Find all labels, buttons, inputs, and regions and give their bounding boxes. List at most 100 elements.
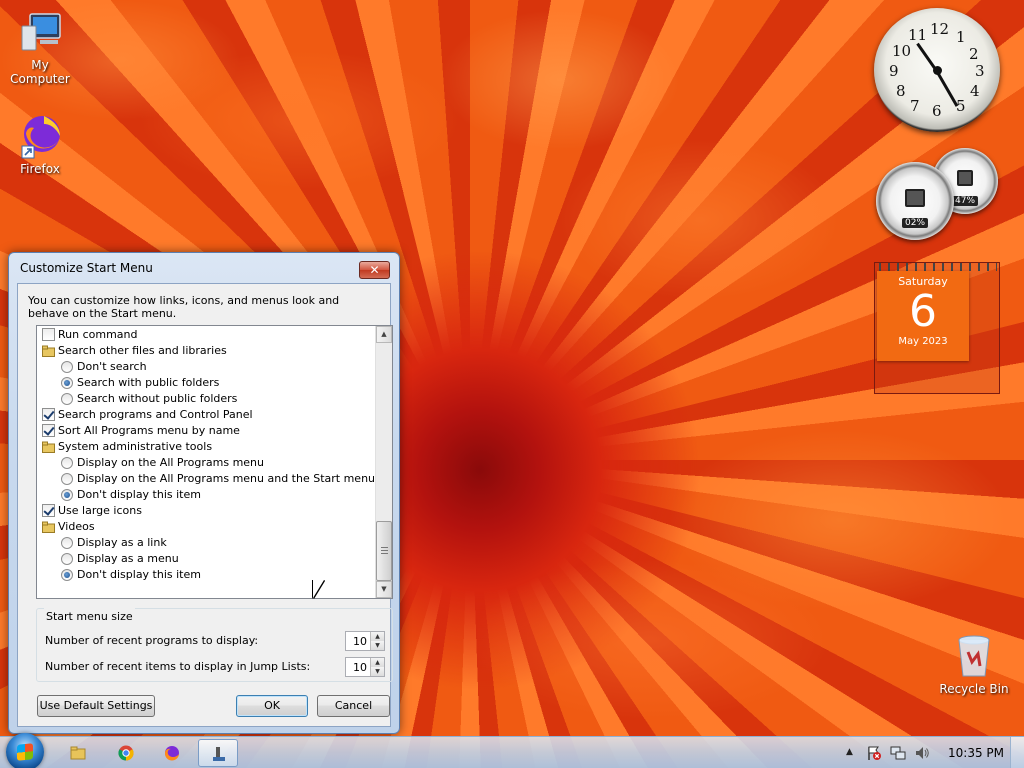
taskbar-control-panel-button[interactable] bbox=[198, 739, 238, 767]
taskbar-chrome-button[interactable] bbox=[106, 739, 146, 767]
taskbar-clock[interactable]: 10:35 PM bbox=[948, 746, 1004, 760]
desktop-icon-label: Recycle Bin bbox=[939, 682, 1009, 696]
dialog-description: You can customize how links, icons, and … bbox=[28, 294, 340, 320]
clock-gadget[interactable]: 12 1 2 3 4 5 6 7 8 9 10 11 bbox=[874, 8, 1000, 132]
option-label: Display as a link bbox=[77, 536, 167, 549]
taskbar: ▲ 10:35 PM bbox=[0, 733, 1024, 768]
volume-icon[interactable] bbox=[914, 745, 930, 761]
option-checkbox[interactable] bbox=[42, 328, 55, 341]
network-icon[interactable] bbox=[890, 745, 906, 761]
option-radio[interactable] bbox=[61, 553, 73, 565]
scroll-thumb[interactable] bbox=[376, 521, 392, 581]
folder-icon bbox=[42, 441, 55, 453]
dialog-title: Customize Start Menu bbox=[20, 261, 153, 275]
cancel-button[interactable]: Cancel bbox=[317, 695, 390, 717]
option-label: Don't search bbox=[77, 360, 147, 373]
recent-items-row: Number of recent items to display in Jum… bbox=[45, 657, 385, 677]
clock-number: 12 bbox=[930, 20, 950, 38]
clock-number: 3 bbox=[975, 62, 985, 80]
clock-number: 7 bbox=[910, 97, 920, 115]
list-scrollbar[interactable]: ▲ ▼ bbox=[375, 326, 392, 598]
options-list[interactable]: Run command Search other files and librar… bbox=[36, 325, 393, 599]
option-label: System administrative tools bbox=[58, 440, 213, 453]
calendar-gadget[interactable]: Saturday 6 May 2023 bbox=[874, 262, 1000, 394]
dialog-body: You can customize how links, icons, and … bbox=[17, 283, 393, 727]
calendar-rings bbox=[879, 263, 997, 271]
option-radio[interactable] bbox=[61, 377, 73, 389]
recent-programs-stepper[interactable]: ▲ ▼ bbox=[345, 631, 385, 651]
clock-number: 8 bbox=[896, 82, 906, 100]
cpu-chip-icon bbox=[905, 188, 925, 207]
firefox-icon bbox=[164, 746, 179, 761]
taskbar-explorer-button[interactable] bbox=[58, 739, 98, 767]
folder-icon bbox=[42, 345, 55, 357]
option-radio[interactable] bbox=[61, 457, 73, 469]
clock-number: 9 bbox=[889, 62, 899, 80]
memory-chip-icon bbox=[957, 170, 973, 187]
action-center-flag-icon[interactable] bbox=[866, 745, 882, 761]
cpu-meter-gadget[interactable]: 47% 02% bbox=[872, 146, 1002, 242]
scroll-up-arrow-icon[interactable]: ▲ bbox=[376, 326, 392, 343]
show-hidden-icons-arrow-icon[interactable]: ▲ bbox=[846, 747, 853, 757]
start-button[interactable] bbox=[6, 733, 44, 768]
option-label: Display on the All Programs menu bbox=[77, 456, 264, 469]
option-radio[interactable] bbox=[61, 569, 73, 581]
control-panel-icon bbox=[213, 747, 225, 761]
memory-usage: 47% bbox=[951, 196, 979, 206]
option-checkbox[interactable] bbox=[42, 408, 55, 421]
clock-number: 2 bbox=[969, 45, 979, 63]
increment-arrow-icon[interactable]: ▲ bbox=[370, 632, 384, 641]
desktop-icon-my-computer[interactable]: My Computer bbox=[0, 8, 80, 86]
recent-programs-input[interactable] bbox=[346, 632, 370, 650]
option-label: Search programs and Control Panel bbox=[58, 408, 253, 421]
option-label: Search without public folders bbox=[77, 392, 238, 405]
folder-icon bbox=[42, 521, 55, 533]
option-label: Sort All Programs menu by name bbox=[58, 424, 240, 437]
option-checkbox[interactable] bbox=[42, 504, 55, 517]
desktop-icon-recycle-bin[interactable]: Recycle Bin bbox=[934, 632, 1014, 696]
cpu-dial: 02% bbox=[876, 162, 954, 240]
start-menu-size-group: Start menu size Number of recent program… bbox=[36, 608, 393, 682]
option-radio[interactable] bbox=[61, 473, 73, 485]
recent-items-label: Number of recent items to display in Jum… bbox=[45, 660, 311, 673]
increment-arrow-icon[interactable]: ▲ bbox=[370, 658, 384, 667]
desktop-icon-label: Firefox bbox=[20, 162, 60, 176]
option-radio[interactable] bbox=[61, 361, 73, 373]
option-label: Use large icons bbox=[58, 504, 142, 517]
recent-items-stepper[interactable]: ▲ ▼ bbox=[345, 657, 385, 677]
calendar-date: 6 bbox=[909, 286, 937, 337]
decrement-arrow-icon[interactable]: ▼ bbox=[370, 667, 384, 676]
option-radio[interactable] bbox=[61, 537, 73, 549]
option-label: Videos bbox=[58, 520, 95, 533]
ok-button[interactable]: OK bbox=[236, 695, 308, 717]
desktop-icon-label: My Computer bbox=[10, 58, 70, 86]
decrement-arrow-icon[interactable]: ▼ bbox=[370, 641, 384, 650]
option-label: Display on the All Programs menu and the… bbox=[77, 472, 376, 485]
option-label: Display as a menu bbox=[77, 552, 179, 565]
option-radio[interactable] bbox=[61, 489, 73, 501]
option-radio[interactable] bbox=[61, 393, 73, 405]
taskbar-firefox-button[interactable] bbox=[152, 739, 192, 767]
option-label: Don't display this item bbox=[77, 488, 201, 501]
recent-programs-label: Number of recent programs to display: bbox=[45, 634, 259, 647]
mouse-cursor-icon bbox=[313, 580, 324, 598]
desktop-icon-firefox[interactable]: Firefox bbox=[0, 112, 80, 176]
option-label: Don't display this item bbox=[77, 568, 201, 581]
use-default-settings-button[interactable]: Use Default Settings bbox=[37, 695, 155, 717]
calendar-month: May 2023 bbox=[898, 336, 948, 347]
recent-items-input[interactable] bbox=[346, 658, 370, 676]
clock-number: 11 bbox=[908, 26, 928, 44]
option-checkbox[interactable] bbox=[42, 424, 55, 437]
explorer-icon bbox=[70, 746, 86, 760]
option-label: Search with public folders bbox=[77, 376, 220, 389]
chrome-icon bbox=[118, 745, 134, 761]
group-title: Start menu size bbox=[44, 608, 135, 625]
option-label: Search other files and libraries bbox=[58, 344, 227, 357]
recent-programs-row: Number of recent programs to display: ▲ … bbox=[45, 631, 385, 651]
show-desktop-button[interactable] bbox=[1010, 737, 1024, 768]
recycle-bin-icon bbox=[950, 632, 998, 680]
computer-icon bbox=[16, 8, 64, 56]
close-button[interactable]: ✕ bbox=[359, 261, 390, 279]
scroll-down-arrow-icon[interactable]: ▼ bbox=[376, 581, 392, 598]
firefox-icon bbox=[16, 112, 64, 160]
